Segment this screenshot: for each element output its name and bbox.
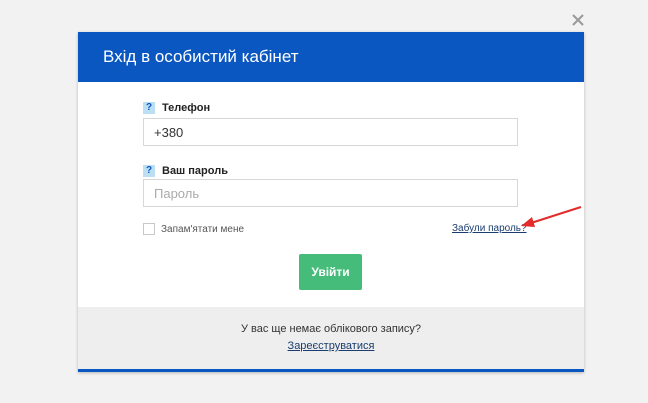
help-icon[interactable]: ? — [143, 102, 155, 114]
phone-label: Телефон — [162, 102, 211, 114]
password-label: Ваш пароль — [162, 165, 228, 177]
remember-label[interactable]: Запам'ятати мене — [161, 224, 244, 235]
remember-me[interactable]: Запам'ятати мене — [143, 223, 244, 235]
remember-checkbox[interactable] — [143, 223, 155, 235]
close-button[interactable] — [569, 11, 587, 29]
register-link-row: Зареєструватися — [78, 340, 584, 352]
help-icon[interactable]: ? — [143, 165, 155, 177]
phone-input[interactable] — [143, 118, 518, 146]
modal-footer: У вас ще немає облікового запису? Зареєс… — [78, 307, 584, 372]
modal-header: Вхід в особистий кабінет — [78, 32, 584, 82]
phone-label-row: ? Телефон — [143, 102, 210, 114]
red-arrow-icon — [521, 206, 582, 227]
close-icon[interactable] — [569, 11, 587, 29]
no-account-text: У вас ще немає облікового запису? — [240, 323, 422, 335]
register-link[interactable]: Зареєструватися — [288, 340, 375, 352]
login-modal: Вхід в особистий кабінет ? Телефон ? Ваш… — [78, 32, 584, 372]
password-input[interactable] — [143, 179, 518, 207]
login-button[interactable]: Увійти — [299, 254, 362, 290]
modal-title: Вхід в особистий кабінет — [103, 47, 299, 66]
password-label-row: ? Ваш пароль — [143, 165, 228, 177]
